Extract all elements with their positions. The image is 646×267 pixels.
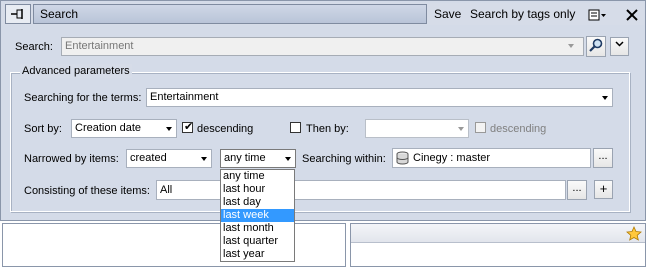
narrowed-by-select[interactable]: created: [126, 149, 212, 168]
sort-by-dropdown-arrow: [166, 127, 172, 131]
time-option-last-day[interactable]: last day: [221, 196, 294, 209]
time-option-last-month[interactable]: last month: [221, 222, 294, 235]
search-dropdown-arrow[interactable]: [568, 44, 574, 48]
close-button[interactable]: [622, 6, 642, 23]
terms-dropdown-arrow: [602, 96, 608, 100]
searching-within-label: Searching within:: [302, 153, 386, 165]
search-label: Search:: [15, 41, 53, 53]
browse-consisting-button[interactable]: ...: [567, 180, 587, 200]
database-icon: [396, 151, 409, 165]
sort-by-label: Sort by:: [24, 123, 62, 135]
then-by-select[interactable]: [365, 119, 469, 138]
then-descending-checkbox[interactable]: [475, 122, 486, 133]
then-by-label: Then by:: [306, 123, 349, 135]
time-dropdown-arrow: [285, 157, 291, 161]
consisting-label: Consisting of these items:: [24, 185, 150, 197]
time-option-last-quarter[interactable]: last quarter: [221, 235, 294, 248]
pin-button[interactable]: [5, 4, 31, 24]
sort-by-value: Creation date: [75, 122, 142, 134]
panel-title: Search: [33, 4, 427, 24]
narrowed-by-label: Narrowed by items:: [24, 153, 119, 165]
search-icon: [589, 38, 603, 52]
narrowed-by-dropdown-arrow: [201, 157, 207, 161]
time-option-any-time[interactable]: any time: [221, 170, 294, 183]
time-option-last-year[interactable]: last year: [221, 248, 294, 261]
advanced-parameters-title: Advanced parameters: [20, 64, 132, 78]
terms-label: Searching for the terms:: [24, 92, 142, 104]
time-select[interactable]: any time: [220, 149, 296, 168]
then-by-dropdown-arrow: [458, 127, 464, 131]
options-button[interactable]: [588, 6, 608, 23]
terms-value: Entertainment: [150, 91, 219, 103]
then-by-checkbox[interactable]: [290, 122, 301, 133]
search-by-tags-only-button[interactable]: Search by tags only: [470, 6, 575, 22]
pin-icon: [11, 9, 23, 19]
time-dropdown-list: any time last hour last day last week la…: [220, 169, 295, 262]
searching-within-field[interactable]: Cinegy : master: [392, 148, 591, 168]
descending-label: descending: [197, 123, 254, 135]
narrowed-by-value: created: [130, 152, 167, 164]
search-input[interactable]: Entertainment: [61, 37, 584, 56]
details-pane-header: [351, 224, 645, 243]
time-value: any time: [224, 152, 266, 164]
search-go-button[interactable]: [586, 36, 606, 57]
star-icon[interactable]: [626, 226, 642, 241]
checkmark-icon: ✔: [184, 121, 194, 133]
terms-combo[interactable]: Entertainment: [146, 88, 613, 107]
options-icon: [588, 9, 606, 20]
time-option-last-week[interactable]: last week: [221, 209, 294, 222]
then-descending-label: descending: [490, 123, 547, 135]
descending-checkbox[interactable]: ✔: [182, 121, 194, 133]
searching-within-value: Cinegy : master: [413, 152, 491, 164]
time-option-last-hour[interactable]: last hour: [221, 183, 294, 196]
title-bar: Search Save Search by tags only: [2, 3, 644, 25]
add-item-button[interactable]: +: [594, 180, 613, 199]
chevron-down-icon: [615, 41, 624, 47]
details-pane: [350, 223, 646, 267]
sort-by-select[interactable]: Creation date: [71, 119, 177, 138]
browse-within-button[interactable]: ...: [593, 148, 613, 168]
consisting-field[interactable]: All: [156, 180, 566, 200]
expand-advanced-button[interactable]: [610, 37, 629, 56]
close-icon: [626, 8, 638, 21]
save-button[interactable]: Save: [434, 6, 461, 22]
